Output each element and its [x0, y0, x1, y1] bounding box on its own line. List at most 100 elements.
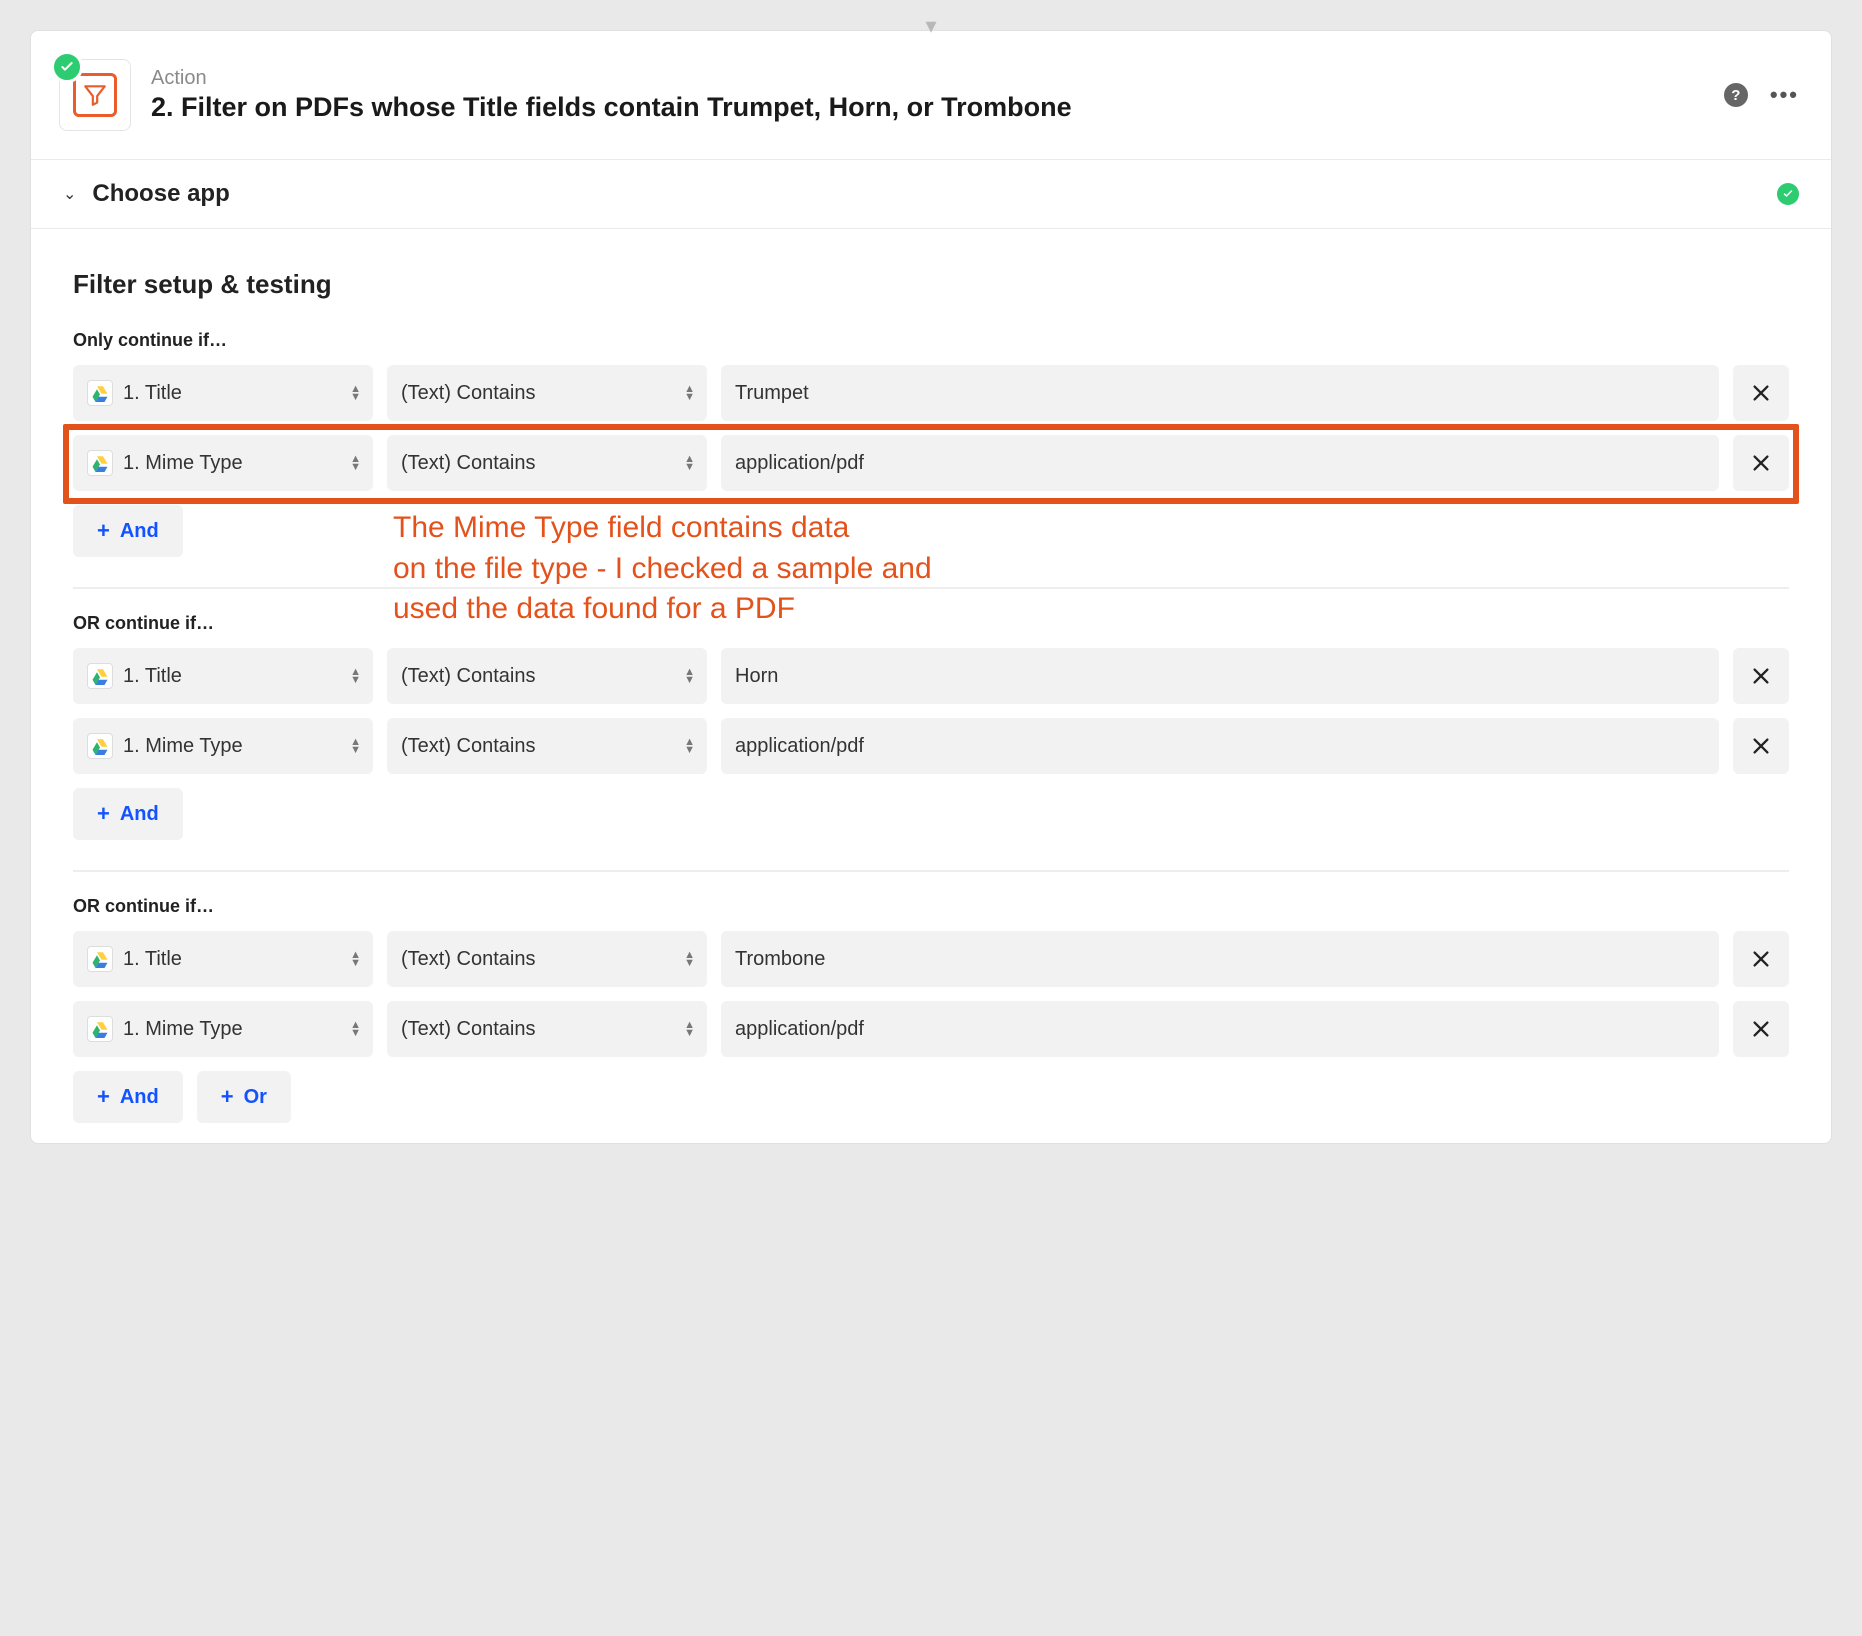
rule-row: 1. Title ▲▼ (Text) Contains ▲▼ Trombone	[73, 931, 1789, 987]
button-label: And	[120, 520, 159, 543]
annotation-text: The Mime Type field contains data on the…	[393, 508, 932, 630]
value-text: Horn	[735, 665, 778, 688]
sort-arrows-icon: ▲▼	[684, 951, 695, 967]
action-title: 2. Filter on PDFs whose Title fields con…	[151, 92, 1724, 123]
value-input[interactable]: application/pdf	[721, 718, 1719, 774]
remove-rule-button[interactable]	[1733, 931, 1789, 987]
sort-arrows-icon: ▲▼	[350, 668, 361, 684]
value-text: application/pdf	[735, 1018, 864, 1041]
button-label: And	[120, 803, 159, 826]
field-select[interactable]: 1. Title ▲▼	[73, 365, 373, 421]
plus-icon: +	[97, 801, 110, 827]
sort-arrows-icon: ▲▼	[350, 951, 361, 967]
sort-arrows-icon: ▲▼	[684, 455, 695, 471]
rule-row: 1. Title ▲▼ (Text) Contains ▲▼ Horn	[73, 648, 1789, 704]
header-text: Action 2. Filter on PDFs whose Title fie…	[151, 67, 1724, 123]
operator-label: (Text) Contains	[401, 665, 536, 688]
sort-arrows-icon: ▲▼	[350, 738, 361, 754]
value-text: application/pdf	[735, 735, 864, 758]
value-input[interactable]: application/pdf	[721, 435, 1719, 491]
add-or-button[interactable]: +Or	[197, 1071, 291, 1123]
value-text: Trumpet	[735, 382, 809, 405]
group-divider	[73, 870, 1789, 872]
remove-rule-button[interactable]	[1733, 435, 1789, 491]
annotation-line: The Mime Type field contains data	[393, 508, 932, 549]
field-label: 1. Mime Type	[123, 1018, 243, 1041]
operator-label: (Text) Contains	[401, 735, 536, 758]
check-icon	[1782, 188, 1794, 200]
rule-row: 1. Mime Type▲▼ (Text) Contains ▲▼ applicati…	[73, 718, 1789, 774]
button-label: And	[120, 1086, 159, 1109]
close-icon	[1750, 382, 1772, 404]
chevron-down-icon: ⌄	[63, 184, 76, 204]
value-input[interactable]: Horn	[721, 648, 1719, 704]
close-icon	[1750, 735, 1772, 757]
annotation-line: on the file type - I checked a sample an…	[393, 549, 932, 590]
field-select[interactable]: 1. Mime Type ▲▼	[73, 1001, 373, 1057]
field-label: 1. Title	[123, 665, 182, 688]
close-icon	[1750, 665, 1772, 687]
rule-row: 1. Mime Type ▲▼ (Text) Contains ▲▼ applicati…	[73, 435, 1789, 491]
sort-arrows-icon: ▲▼	[684, 738, 695, 754]
operator-select[interactable]: (Text) Contains ▲▼	[387, 648, 707, 704]
field-select[interactable]: 1. Title ▲▼	[73, 648, 373, 704]
sort-arrows-icon: ▲▼	[350, 385, 361, 401]
plus-icon: +	[221, 1084, 234, 1110]
card-header[interactable]: Action 2. Filter on PDFs whose Title fie…	[31, 31, 1831, 159]
operator-select[interactable]: (Text) Contains ▲▼	[387, 435, 707, 491]
gdrive-icon	[87, 450, 113, 476]
status-check-badge	[51, 51, 83, 83]
sort-arrows-icon: ▲▼	[350, 455, 361, 471]
gdrive-icon	[87, 946, 113, 972]
field-select[interactable]: 1. Title ▲▼	[73, 931, 373, 987]
add-and-button[interactable]: + And	[73, 1071, 183, 1123]
field-label: 1. Title	[123, 382, 182, 405]
value-text: Trombone	[735, 948, 825, 971]
choose-app-title: Choose app	[92, 180, 229, 208]
choose-app-section[interactable]: ⌄ Choose app	[31, 159, 1831, 228]
remove-rule-button[interactable]	[1733, 718, 1789, 774]
field-label: 1. Title	[123, 948, 182, 971]
remove-rule-button[interactable]	[1733, 1001, 1789, 1057]
operator-select[interactable]: (Text) Contains▲▼	[387, 1001, 707, 1057]
field-select[interactable]: 1. Mime Type ▲▼	[73, 435, 373, 491]
section-complete-badge	[1777, 183, 1799, 205]
plus-icon: +	[97, 518, 110, 544]
add-and-button[interactable]: + And	[73, 788, 183, 840]
operator-select[interactable]: (Text) Contains ▲▼	[387, 931, 707, 987]
field-select[interactable]: 1. Mime Type▲▼	[73, 718, 373, 774]
value-input[interactable]: application/pdf	[721, 1001, 1719, 1057]
remove-rule-button[interactable]	[1733, 365, 1789, 421]
rule-row: 1. Title ▲▼ (Text) Contains ▲▼ Trumpet	[73, 365, 1789, 421]
remove-rule-button[interactable]	[1733, 648, 1789, 704]
sort-arrows-icon: ▲▼	[684, 385, 695, 401]
operator-label: (Text) Contains	[401, 452, 536, 475]
annotation-line: used the data found for a PDF	[393, 589, 932, 630]
field-label: 1. Mime Type	[123, 452, 243, 475]
funnel-icon	[82, 82, 108, 108]
operator-select[interactable]: (Text) Contains ▲▼	[387, 718, 707, 774]
sort-arrows-icon: ▲▼	[350, 1021, 361, 1037]
help-icon[interactable]: ?	[1724, 83, 1748, 107]
close-icon	[1750, 1018, 1772, 1040]
add-and-button[interactable]: + And	[73, 505, 183, 557]
filter-setup-body: Filter setup & testing Only continue if……	[31, 228, 1831, 1143]
button-row: + And	[73, 788, 1789, 840]
group-label: Only continue if…	[73, 330, 1789, 351]
button-row: + And +Or	[73, 1071, 1789, 1123]
operator-select[interactable]: (Text) Contains ▲▼	[387, 365, 707, 421]
group-label: OR continue if…	[73, 896, 1789, 917]
plus-icon: +	[97, 1084, 110, 1110]
value-input[interactable]: Trombone	[721, 931, 1719, 987]
operator-label: (Text) Contains	[401, 382, 536, 405]
more-menu-icon[interactable]: •••	[1770, 82, 1799, 108]
value-input[interactable]: Trumpet	[721, 365, 1719, 421]
filter-setup-title: Filter setup & testing	[73, 269, 1789, 300]
gdrive-icon	[87, 663, 113, 689]
action-card: ▾ Action 2. Filter on PDFs whose Title f…	[30, 30, 1832, 1144]
header-actions: ? •••	[1724, 82, 1799, 108]
operator-label: (Text) Contains	[401, 948, 536, 971]
sort-arrows-icon: ▲▼	[684, 1021, 695, 1037]
value-text: application/pdf	[735, 452, 864, 475]
sort-arrows-icon: ▲▼	[684, 668, 695, 684]
